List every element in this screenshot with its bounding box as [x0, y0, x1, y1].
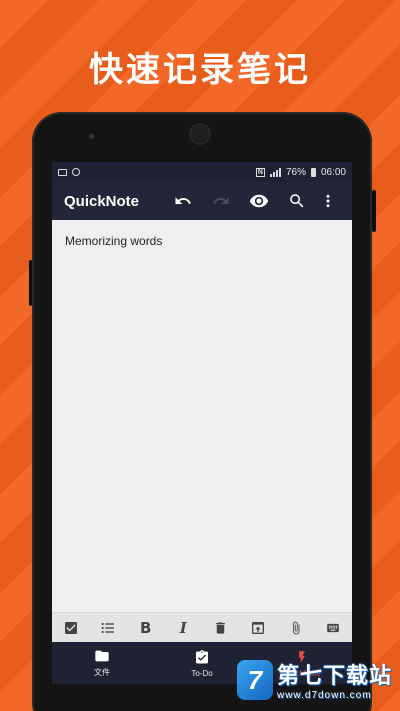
checkbox-icon	[64, 621, 77, 634]
attachment-icon	[292, 621, 300, 634]
sync-notification-icon	[72, 168, 80, 176]
search-icon	[290, 194, 304, 208]
status-bar: N 76% 06:00	[52, 162, 352, 182]
phone-camera	[191, 125, 209, 143]
checkbox-button[interactable]	[56, 613, 86, 643]
nav-files[interactable]: 文件	[52, 642, 152, 684]
folder-icon	[95, 650, 109, 662]
app-bar: QuickNote	[52, 182, 352, 220]
nfc-icon: N	[255, 167, 265, 177]
phone-volume-button	[29, 260, 32, 306]
delete-button[interactable]	[206, 613, 236, 643]
italic-icon: I	[179, 618, 187, 637]
battery-percent: 76%	[285, 166, 306, 178]
share-button[interactable]	[243, 613, 273, 643]
redo-icon	[213, 197, 229, 204]
battery-icon	[310, 167, 316, 177]
signal-icon	[269, 167, 281, 177]
watermark-logo: 7	[236, 659, 273, 700]
undo-icon	[175, 197, 191, 204]
phone-frame: N 76% 06:00 QuickNote Memorizing words B…	[29, 112, 376, 711]
nav-files-label: 文件	[94, 668, 110, 677]
note-text: Memorizing words	[65, 234, 163, 248]
phone-power-button	[372, 190, 376, 232]
preview-button[interactable]	[240, 182, 278, 220]
format-toolbar: B I	[52, 612, 352, 642]
watermark: 7 第七下载站 www.d7down.com	[236, 658, 392, 701]
more-vertical-icon	[326, 194, 330, 208]
italic-button[interactable]: I	[168, 613, 198, 643]
eye-icon	[249, 194, 269, 208]
redo-button[interactable]	[202, 182, 240, 220]
bullet-list-button[interactable]	[93, 613, 123, 643]
upload-icon	[252, 621, 265, 634]
headline: 快速记录笔记	[89, 50, 311, 90]
bold-icon: B	[140, 618, 152, 637]
watermark-name: 第七下载站	[276, 664, 392, 689]
list-icon	[101, 622, 115, 633]
trash-icon	[216, 621, 226, 634]
keyboard-icon	[327, 623, 340, 632]
phone-sensor	[89, 134, 94, 139]
image-notification-icon	[58, 168, 67, 176]
watermark-url: www.d7down.com	[276, 690, 372, 701]
app-title: QuickNote	[64, 192, 140, 210]
keyboard-button[interactable]	[318, 613, 348, 643]
clock: 06:00	[320, 166, 346, 178]
nav-todo-label: To-Do	[191, 668, 213, 678]
clipboard-check-icon	[196, 649, 208, 663]
search-button[interactable]	[278, 182, 316, 220]
bold-button[interactable]: B	[131, 613, 161, 643]
undo-button[interactable]	[164, 182, 202, 220]
attach-button[interactable]	[281, 613, 311, 643]
more-options-button[interactable]	[316, 182, 340, 220]
phone-screen: N 76% 06:00 QuickNote Memorizing words B…	[52, 162, 352, 711]
note-editor[interactable]: Memorizing words	[52, 220, 352, 596]
